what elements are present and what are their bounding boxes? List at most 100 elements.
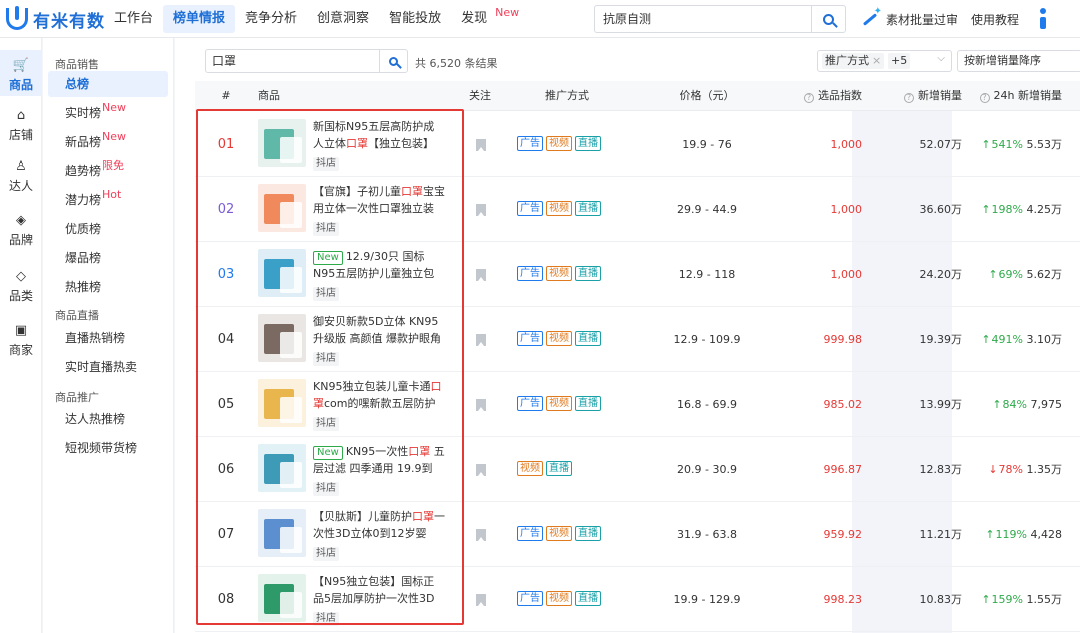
- product-thumbnail[interactable]: [258, 444, 306, 492]
- product-thumbnail[interactable]: [258, 574, 306, 622]
- product-title[interactable]: KN95独立包装儿童卡通口罩com的嘿新款五层防护3...: [313, 378, 445, 412]
- table-row[interactable]: 03 New12.9/30只 国标N95五层防护儿童独立包装学... 抖店 广告视频直…: [195, 242, 1080, 307]
- header-follow: 关注: [469, 89, 491, 102]
- help-icon[interactable]: ?: [804, 93, 814, 103]
- top-search-button[interactable]: [811, 6, 845, 32]
- bookmark-icon[interactable]: [476, 594, 486, 606]
- subnav-item-5[interactable]: 优质榜: [48, 216, 168, 242]
- table-row[interactable]: 01 新国标N95五层高防护成人立体口罩【独立包装】双... 抖店 广告视频直播 19.…: [195, 112, 1080, 177]
- product-thumbnail[interactable]: [258, 314, 306, 362]
- nav-item-1[interactable]: 榜单情报: [163, 5, 236, 33]
- product-title[interactable]: NewKN95一次性口罩 五层过滤 四季通用 19.9到手...: [313, 443, 445, 477]
- bookmark-icon[interactable]: [476, 204, 486, 216]
- nav-item-3[interactable]: 创意洞察: [307, 5, 379, 33]
- nav-item-0[interactable]: 工作台: [104, 5, 163, 33]
- product-title[interactable]: New12.9/30只 国标N95五层防护儿童独立包装学...: [313, 248, 445, 282]
- help-icon[interactable]: ?: [979, 93, 990, 103]
- sidebar-item-label: 店铺: [8, 128, 33, 142]
- batch-review-button[interactable]: 素材批量过审: [860, 6, 958, 28]
- subnav-item-1[interactable]: 实时榜New: [48, 100, 168, 126]
- table-row[interactable]: 04 御安贝新款5D立体 KN95升级版 高颜值 爆款护眼角 ... 抖店 广告视频直…: [195, 307, 1080, 372]
- subnav-item-7[interactable]: 热推榜: [48, 274, 168, 300]
- subnav-item-0[interactable]: 总榜: [48, 71, 168, 97]
- bookmark-icon[interactable]: [476, 529, 486, 541]
- bookmark-icon[interactable]: [476, 269, 486, 281]
- subnav-item-4[interactable]: 潜力榜Hot: [48, 187, 168, 213]
- subnav-item-9[interactable]: 实时直播热卖: [48, 354, 168, 380]
- close-icon[interactable]: ×: [872, 54, 881, 67]
- product-thumbnail[interactable]: [258, 379, 306, 427]
- table-row[interactable]: 08 【N95独立包装】国标正品5层加厚防护一次性3D立体... 抖店 广告视频直播 1…: [195, 567, 1080, 632]
- subnav-item-10[interactable]: 达人热推榜: [48, 406, 168, 432]
- subnav-item-tag: 限免: [102, 159, 125, 172]
- nav-item-4[interactable]: 智能投放: [379, 5, 451, 33]
- subnav-item-3[interactable]: 趋势榜限免: [48, 158, 168, 184]
- tutorial-link[interactable]: 使用教程: [971, 11, 1019, 28]
- sidebar-item-5[interactable]: ▣ 商家: [0, 319, 42, 359]
- cart-icon: 🛒: [12, 58, 30, 73]
- sales-24h: ↑84% 7,975: [962, 372, 1062, 437]
- nav-item-2[interactable]: 竞争分析: [235, 5, 307, 33]
- promo-badge-live: 直播: [575, 331, 601, 346]
- product-title-text: com的嘿新款五层防护3...: [324, 397, 436, 410]
- header-score[interactable]: ? 选品指数: [767, 81, 862, 111]
- promo-method-tag[interactable]: 推广方式 ×: [822, 53, 885, 69]
- product-thumbnail[interactable]: [258, 249, 306, 297]
- selection-score: 999.98: [823, 333, 863, 346]
- top-search-input[interactable]: 抗原自测: [603, 6, 651, 32]
- keyword-search[interactable]: 口罩: [205, 49, 408, 73]
- top-search[interactable]: 抗原自测: [594, 5, 846, 33]
- header-new-sales[interactable]: ? 新增销量: [862, 81, 962, 111]
- bookmark-icon[interactable]: [476, 399, 486, 411]
- promo-badge-ad: 广告: [517, 396, 543, 411]
- table-row[interactable]: 05 KN95独立包装儿童卡通口罩com的嘿新款五层防护3... 抖店 广告视频直播 1…: [195, 372, 1080, 437]
- promo-badge-ad: 广告: [517, 591, 543, 606]
- subnav-item-label: 新品榜: [65, 135, 102, 149]
- product-title[interactable]: 御安贝新款5D立体 KN95升级版 高颜值 爆款护眼角 ...: [313, 313, 445, 347]
- nav-item-5[interactable]: 发现 New: [451, 5, 519, 33]
- new-sales: 24.20万: [919, 268, 963, 281]
- nav-new-badge: New: [495, 6, 520, 19]
- table-row[interactable]: 06 NewKN95一次性口罩 五层过滤 四季通用 19.9到手... 抖店 视频直播…: [195, 437, 1080, 502]
- bookmark-icon[interactable]: [476, 464, 486, 476]
- help-icon[interactable]: ?: [904, 93, 914, 103]
- product-title[interactable]: 【贝肽斯】儿童防护口罩一次性3D立体0到12岁婴幼...: [313, 508, 445, 542]
- sidebar-item-0[interactable]: 🛒 商品: [0, 50, 42, 96]
- product-title[interactable]: 新国标N95五层高防护成人立体口罩【独立包装】双...: [313, 118, 445, 152]
- product-title-text: 【官旗】子初儿童: [313, 185, 401, 198]
- table-row[interactable]: 02 【官旗】子初儿童口罩宝宝用立体一次性口罩独立装 抖店 广告 视频 直播 29.9 - …: [195, 177, 1080, 242]
- sidebar-item-1[interactable]: ⌂ 店铺: [0, 104, 42, 144]
- bookmark-icon[interactable]: [476, 334, 486, 346]
- promo-badges: 广告 视频 直播: [517, 201, 604, 216]
- subnav-item-11[interactable]: 短视频带货榜: [48, 435, 168, 461]
- product-thumbnail[interactable]: [258, 509, 306, 557]
- sidebar-item-4[interactable]: ◇ 品类: [0, 265, 42, 305]
- user-icon[interactable]: [1038, 8, 1048, 30]
- price-range: 29.9 - 44.9: [677, 203, 737, 216]
- keyword-search-input[interactable]: 口罩: [212, 50, 236, 72]
- selection-score: 1,000: [830, 268, 863, 281]
- sidebar-item-label: 达人: [8, 179, 33, 193]
- header-product: 商品: [258, 89, 280, 102]
- sort-select[interactable]: 按新增销量降序: [957, 50, 1080, 72]
- brand-logo[interactable]: 有米有数: [6, 6, 105, 32]
- product-title-keyword: 口罩: [346, 137, 368, 150]
- product-title[interactable]: 【官旗】子初儿童口罩宝宝用立体一次性口罩独立装: [313, 183, 445, 217]
- bookmark-icon[interactable]: [476, 139, 486, 151]
- header-24h-sales[interactable]: ? 24h 新增销量: [962, 81, 1062, 111]
- promo-method-select[interactable]: 推广方式 × +5 ⌵: [817, 50, 952, 72]
- keyword-search-button[interactable]: [379, 50, 407, 72]
- subnav-item-label: 直播热销榜: [65, 331, 126, 345]
- header-price[interactable]: 价格（元）: [647, 81, 767, 111]
- sidebar-item-2[interactable]: ♙ 达人: [0, 155, 42, 195]
- sidebar-item-3[interactable]: ◈ 品牌: [0, 209, 42, 249]
- product-title[interactable]: 【N95独立包装】国标正品5层加厚防护一次性3D立体...: [313, 573, 445, 607]
- price-range: 16.8 - 69.9: [677, 398, 737, 411]
- table-row[interactable]: 07 【贝肽斯】儿童防护口罩一次性3D立体0到12岁婴幼... 抖店 广告视频直播 31…: [195, 502, 1080, 567]
- subnav-item-2[interactable]: 新品榜New: [48, 129, 168, 155]
- subnav-item-6[interactable]: 爆品榜: [48, 245, 168, 271]
- subnav-group-sales: 商品销售: [55, 58, 99, 71]
- product-thumbnail[interactable]: [258, 119, 306, 167]
- subnav-item-8[interactable]: 直播热销榜: [48, 325, 168, 351]
- product-thumbnail[interactable]: [258, 184, 306, 232]
